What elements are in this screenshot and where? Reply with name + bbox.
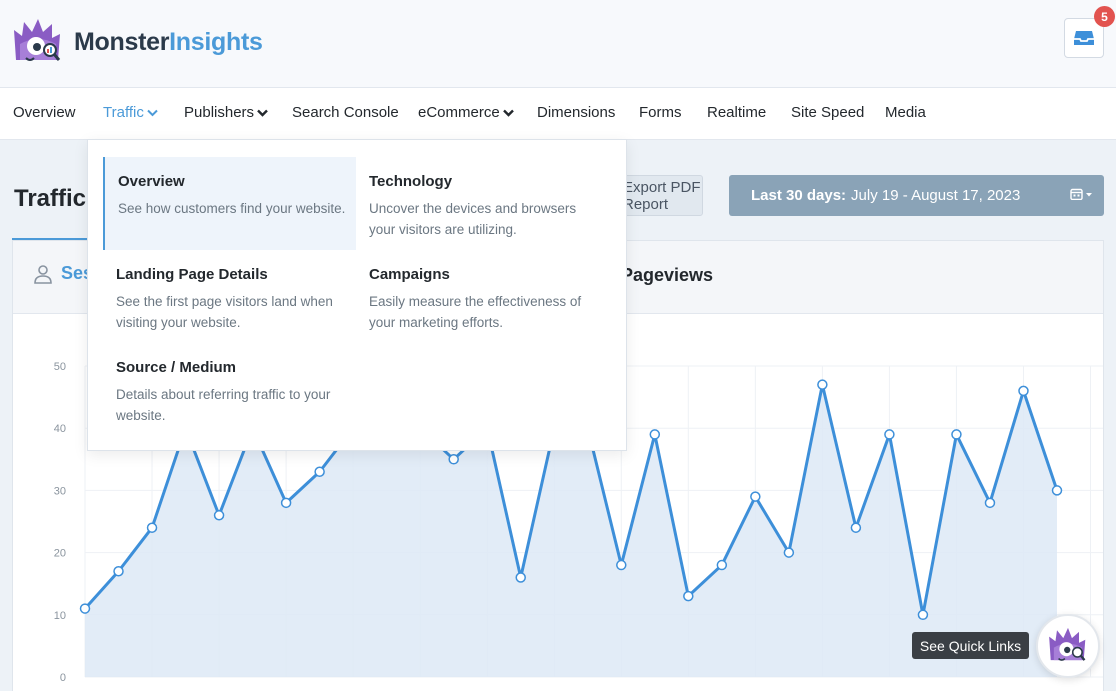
logo-wordmark: MonsterInsights: [74, 28, 263, 57]
dropdown-item-description: Easily measure the effectiveness of your…: [369, 294, 582, 330]
dropdown-item-description: Details about referring traffic to your …: [116, 387, 331, 423]
dropdown-item-title: Technology: [369, 173, 453, 190]
dropdown-item-campaigns[interactable]: Campaigns Easily measure the effectivene…: [356, 250, 609, 343]
data-point[interactable]: [649, 429, 661, 440]
data-point[interactable]: [884, 429, 895, 440]
monster-mascot-icon: [14, 19, 61, 61]
date-range-prefix: Last 30 days:: [751, 187, 847, 204]
nav-label: Search Console: [292, 104, 399, 121]
nav-label: Site Speed: [791, 104, 865, 121]
data-point[interactable]: [750, 491, 761, 502]
data-point[interactable]: [314, 466, 325, 477]
data-point[interactable]: [448, 454, 459, 465]
dropdown-item-title: Campaigns: [369, 266, 450, 283]
nav-item-overview[interactable]: Overview: [13, 104, 76, 121]
date-range-value: July 19 - August 17, 2023: [851, 187, 1021, 204]
nav-label: Forms: [639, 104, 682, 121]
dropdown-item-title: Source / Medium: [116, 359, 237, 376]
data-point[interactable]: [280, 497, 292, 509]
dropdown-item-description: Uncover the devices and browsers your vi…: [369, 201, 577, 237]
nav-item-dimensions[interactable]: Dimensions: [537, 104, 615, 121]
nav-label: eCommerce: [418, 104, 500, 121]
dropdown-item-description: See the first page visitors land when vi…: [116, 294, 333, 330]
data-point[interactable]: [79, 603, 91, 614]
nav-item-traffic[interactable]: Traffic: [103, 104, 158, 121]
date-range-picker[interactable]: Last 30 days: July 19 - August 17, 2023: [729, 175, 1104, 216]
report-nav: Overview Traffic Publishers Search Conso…: [0, 88, 1116, 140]
nav-label: Realtime: [707, 104, 767, 121]
chevron-down-icon: [257, 109, 268, 117]
data-point[interactable]: [817, 379, 828, 390]
data-point[interactable]: [515, 572, 526, 583]
quick-links-tooltip: See Quick Links: [912, 632, 1029, 659]
user-icon: [34, 264, 52, 284]
traffic-dropdown-menu: Overview See how customers find your web…: [87, 139, 627, 451]
data-point[interactable]: [146, 522, 158, 533]
nav-label: Media: [885, 104, 926, 121]
nav-item-realtime[interactable]: Realtime: [707, 104, 766, 121]
dropdown-item-overview[interactable]: Overview See how customers find your web…: [103, 157, 356, 250]
data-point[interactable]: [113, 566, 124, 577]
dropdown-item-title: Landing Page Details: [116, 266, 268, 283]
nav-item-site-speed[interactable]: Site Speed: [791, 104, 864, 121]
notification-count-badge: 5: [1094, 6, 1115, 27]
data-point[interactable]: [1018, 385, 1029, 397]
data-point[interactable]: [716, 559, 728, 571]
top-header: MonsterInsights 5: [0, 0, 1116, 88]
nav-label: Dimensions: [537, 104, 616, 121]
data-point[interactable]: [783, 547, 795, 558]
nav-item-media[interactable]: Media: [885, 104, 926, 121]
nav-item-ecommerce[interactable]: eCommerce: [418, 104, 514, 121]
nav-item-search-console[interactable]: Search Console: [292, 104, 399, 121]
calendar-icon: [1070, 188, 1094, 200]
nav-label: Overview: [13, 104, 76, 121]
data-point[interactable]: [951, 429, 962, 440]
nav-label: Publishers: [184, 104, 255, 121]
data-point[interactable]: [616, 559, 627, 571]
chevron-down-icon: [147, 109, 158, 116]
dropdown-item-title: Overview: [118, 173, 185, 190]
chevron-down-icon: [502, 109, 514, 117]
data-point[interactable]: [1051, 485, 1063, 496]
dropdown-item-technology[interactable]: Technology Uncover the devices and brows…: [356, 157, 609, 250]
data-point[interactable]: [850, 522, 862, 533]
quick-links-button[interactable]: [1036, 614, 1100, 678]
data-point[interactable]: [683, 590, 694, 602]
page-title: Traffic: [14, 185, 87, 212]
data-point[interactable]: [213, 510, 225, 521]
nav-item-forms[interactable]: Forms: [639, 104, 682, 121]
logo-monster-text: Monster: [74, 27, 170, 56]
monsterinsights-logo[interactable]: MonsterInsights: [10, 16, 263, 68]
tab-pageviews[interactable]: Pageviews: [621, 265, 713, 286]
inbox-icon: [1074, 31, 1094, 45]
nav-item-publishers[interactable]: Publishers: [184, 104, 268, 121]
dropdown-item-source-medium[interactable]: Source / Medium Details about referring …: [103, 343, 356, 436]
dropdown-item-landing-page-details[interactable]: Landing Page Details See the first page …: [103, 250, 356, 343]
monster-mascot-icon: [1049, 627, 1086, 661]
data-point[interactable]: [984, 497, 996, 509]
logo-insights-text: Insights: [169, 27, 263, 56]
dropdown-item-description: See how customers find your website.: [118, 201, 346, 216]
nav-label: Traffic: [103, 104, 144, 121]
data-point[interactable]: [917, 609, 929, 621]
